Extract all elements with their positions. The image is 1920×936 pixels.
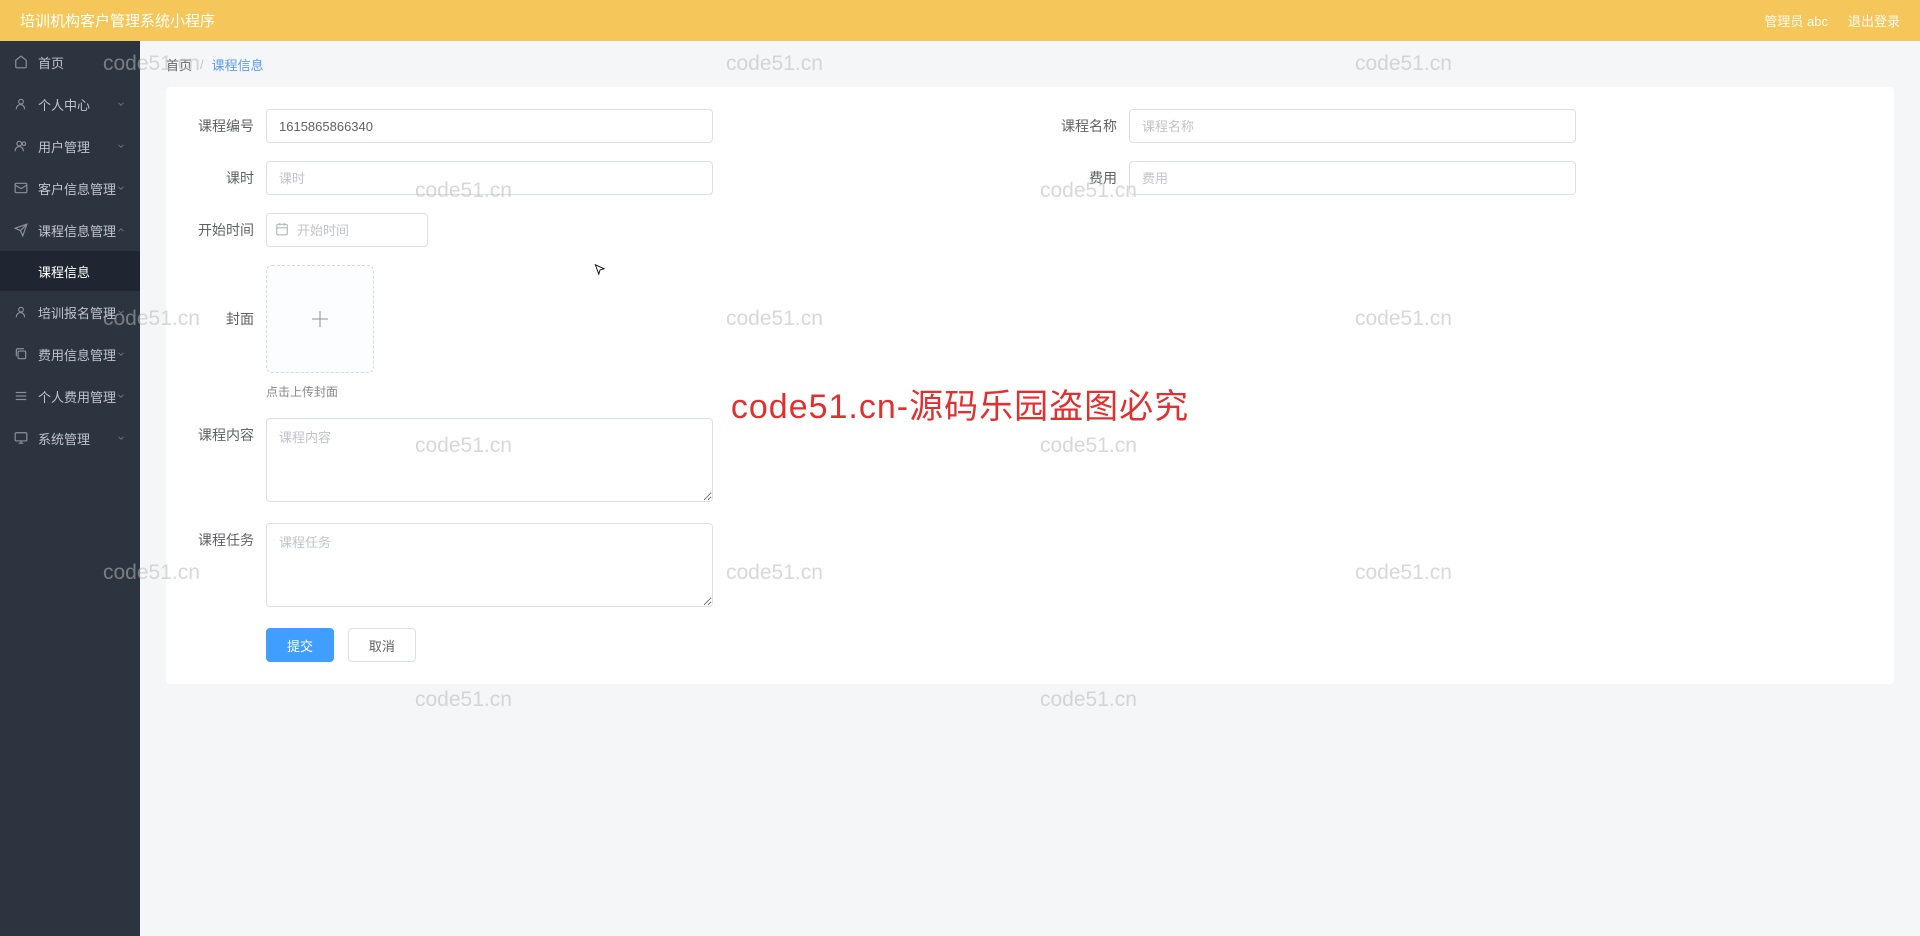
chevron-down-icon bbox=[116, 349, 126, 359]
sidebar-item-system[interactable]: 系统管理 bbox=[0, 417, 140, 459]
plus-icon bbox=[308, 307, 332, 331]
users-icon bbox=[14, 139, 28, 153]
header-actions: 管理员 abc 退出登录 bbox=[1764, 11, 1900, 30]
input-start-time[interactable] bbox=[266, 213, 428, 247]
field-course-id: 课程编号 bbox=[192, 109, 1005, 143]
label-course-id: 课程编号 bbox=[192, 109, 266, 143]
send-icon bbox=[14, 223, 28, 237]
field-cover: 封面 点击上传封面 bbox=[192, 265, 374, 400]
sidebar-item-enroll[interactable]: 培训报名管理 bbox=[0, 291, 140, 333]
sidebar-subitem-course-info[interactable]: 课程信息 bbox=[0, 251, 140, 291]
sidebar-item-home[interactable]: 首页 bbox=[0, 41, 140, 83]
input-course-id[interactable] bbox=[266, 109, 713, 143]
sidebar-item-label: 培训报名管理 bbox=[38, 303, 116, 322]
main-content: 首页 / 课程信息 课程编号 课程名称 课时 费用 bbox=[140, 41, 1920, 936]
field-content: 课程内容 bbox=[192, 418, 1868, 505]
user-icon bbox=[14, 305, 28, 319]
calendar-icon bbox=[275, 222, 289, 236]
form-card: 课程编号 课程名称 课时 费用 开始时间 bbox=[166, 87, 1894, 684]
home-icon bbox=[14, 55, 28, 69]
bars-icon bbox=[14, 389, 28, 403]
chevron-down-icon bbox=[116, 391, 126, 401]
field-fee: 费用 bbox=[1055, 161, 1868, 195]
textarea-content[interactable] bbox=[266, 418, 713, 502]
chevron-up-icon bbox=[116, 225, 126, 235]
sidebar-item-users[interactable]: 用户管理 bbox=[0, 125, 140, 167]
user-icon bbox=[14, 97, 28, 111]
monitor-icon bbox=[14, 431, 28, 445]
field-course-name: 课程名称 bbox=[1055, 109, 1868, 143]
chevron-down-icon bbox=[116, 183, 126, 193]
input-fee[interactable] bbox=[1129, 161, 1576, 195]
chevron-down-icon bbox=[116, 99, 126, 109]
admin-label[interactable]: 管理员 abc bbox=[1764, 11, 1828, 30]
label-cover: 封面 bbox=[192, 265, 266, 373]
sidebar-item-label: 用户管理 bbox=[38, 137, 116, 156]
input-hours[interactable] bbox=[266, 161, 713, 195]
sidebar-item-courses[interactable]: 课程信息管理 bbox=[0, 209, 140, 251]
upload-cover[interactable] bbox=[266, 265, 374, 373]
chevron-down-icon bbox=[116, 141, 126, 151]
app-title: 培训机构客户管理系统小程序 bbox=[20, 10, 1764, 31]
sidebar-item-label: 首页 bbox=[38, 53, 126, 72]
upload-hint: 点击上传封面 bbox=[266, 383, 374, 400]
sidebar-item-label: 系统管理 bbox=[38, 429, 116, 448]
field-hours: 课时 bbox=[192, 161, 1005, 195]
sidebar-item-profile[interactable]: 个人中心 bbox=[0, 83, 140, 125]
copy-icon bbox=[14, 347, 28, 361]
textarea-tasks[interactable] bbox=[266, 523, 713, 607]
field-tasks: 课程任务 bbox=[192, 523, 1868, 610]
field-start-time: 开始时间 bbox=[192, 213, 428, 247]
label-fee: 费用 bbox=[1055, 161, 1129, 195]
sidebar-item-personal-fee[interactable]: 个人费用管理 bbox=[0, 375, 140, 417]
label-hours: 课时 bbox=[192, 161, 266, 195]
sidebar-item-label: 个人中心 bbox=[38, 95, 116, 114]
chevron-down-icon bbox=[116, 307, 126, 317]
sidebar-item-label: 费用信息管理 bbox=[38, 345, 116, 364]
sidebar-item-fees[interactable]: 费用信息管理 bbox=[0, 333, 140, 375]
breadcrumb-current: 课程信息 bbox=[212, 55, 264, 74]
form-actions: 提交 取消 bbox=[192, 628, 1868, 662]
sidebar-item-label: 课程信息管理 bbox=[38, 221, 116, 240]
sidebar-item-label: 个人费用管理 bbox=[38, 387, 116, 406]
submit-button[interactable]: 提交 bbox=[266, 628, 334, 662]
cancel-button[interactable]: 取消 bbox=[348, 628, 416, 662]
label-content: 课程内容 bbox=[192, 418, 266, 452]
logout-link[interactable]: 退出登录 bbox=[1848, 11, 1900, 30]
chevron-down-icon bbox=[116, 433, 126, 443]
sidebar-item-customers[interactable]: 客户信息管理 bbox=[0, 167, 140, 209]
label-course-name: 课程名称 bbox=[1055, 109, 1129, 143]
sidebar-item-label: 客户信息管理 bbox=[38, 179, 116, 198]
app-header: 培训机构客户管理系统小程序 管理员 abc 退出登录 bbox=[0, 0, 1920, 41]
sidebar: 首页 个人中心 用户管理 客户信息管理 课程信息管理 课程信息 培训报名管理 费… bbox=[0, 41, 140, 936]
breadcrumb-home[interactable]: 首页 bbox=[166, 55, 192, 74]
label-start-time: 开始时间 bbox=[192, 213, 266, 247]
breadcrumb: 首页 / 课程信息 bbox=[166, 41, 1894, 87]
label-tasks: 课程任务 bbox=[192, 523, 266, 557]
sidebar-subitem-label: 课程信息 bbox=[38, 262, 90, 281]
input-course-name[interactable] bbox=[1129, 109, 1576, 143]
mail-icon bbox=[14, 181, 28, 195]
breadcrumb-separator: / bbox=[200, 57, 204, 72]
